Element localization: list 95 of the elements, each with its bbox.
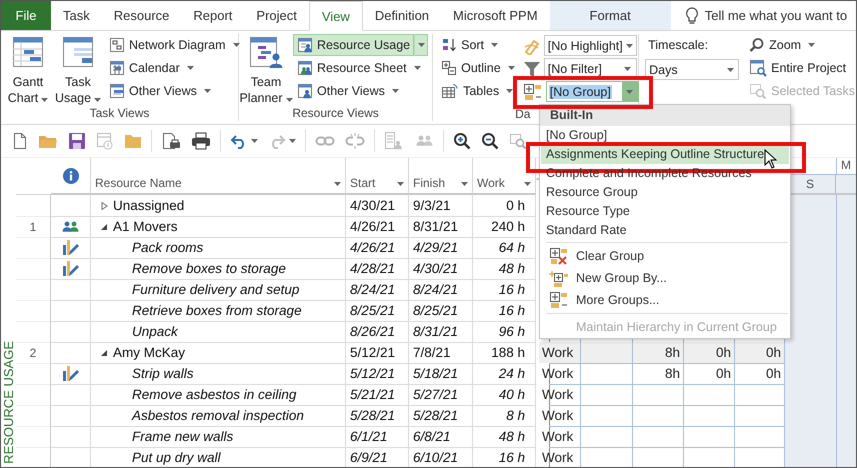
file-tab[interactable]: File <box>1 1 51 30</box>
table-cell: 8/31/21 <box>409 216 473 238</box>
assignment-name: Put up dry wall <box>132 450 221 465</box>
assignment-name: Furniture delivery and setup <box>132 282 300 297</box>
view-button[interactable]: Calendar <box>105 57 198 79</box>
column-header[interactable]: Start <box>346 158 409 195</box>
ribbon-button[interactable]: Zoom <box>745 34 856 56</box>
table-cell: 5/28/21 <box>346 405 409 427</box>
ribbon-tab[interactable]: View <box>308 1 363 31</box>
table-cell: Work <box>539 447 581 467</box>
table-cell: 8/24/21 <box>409 279 473 301</box>
table-cell: 8/24/21 <box>346 279 409 301</box>
dropdown-field[interactable]: [No Group] <box>546 81 639 102</box>
table-cell: 9/3/21 <box>409 195 473 217</box>
column-title: Start <box>350 176 376 190</box>
column-header[interactable]: Resource Name <box>91 158 346 195</box>
view-button[interactable]: Gantt Chart <box>5 34 51 106</box>
table-cell: 4/26/21 <box>346 237 409 259</box>
table-cell: 8/25/21 <box>346 300 409 322</box>
table-cell: 6/8/21 <box>409 426 473 448</box>
table-cell: 5/21/21 <box>346 384 409 406</box>
table-cell: 4/29/21 <box>409 237 473 259</box>
menu-item[interactable]: Standard Rate <box>541 221 789 240</box>
menu-header: Built-In <box>540 105 790 126</box>
assignment-name: Remove boxes to storage <box>132 261 286 276</box>
column-header[interactable]: Finish <box>409 158 473 195</box>
dropdown-field[interactable]: [No Highlight] <box>544 35 637 56</box>
view-button[interactable]: Other Views <box>105 80 215 102</box>
view-button[interactable]: Resource Usage <box>293 34 414 56</box>
ribbon-button[interactable]: Tables <box>437 80 519 102</box>
assignment-name: Retrieve boxes from storage <box>132 303 302 318</box>
table-cell: 6/10/21 <box>409 447 473 467</box>
table-cell: 4/28/21 <box>346 258 409 280</box>
ribbon-tab[interactable]: Task <box>51 1 102 30</box>
table-cell: 8/31/21 <box>409 321 473 343</box>
ribbon-tab[interactable]: Report <box>181 1 244 30</box>
column-title: Resource Name <box>95 176 182 190</box>
group-label: Task Views <box>88 106 150 121</box>
menu-item[interactable]: More Groups... <box>541 289 789 311</box>
column-title: Work <box>477 176 505 190</box>
ribbon-tab[interactable]: Microsoft PPM <box>441 1 550 30</box>
table-cell: 8/26/21 <box>346 321 409 343</box>
table-cell: 5/12/21 <box>346 342 409 364</box>
column-title: Finish <box>413 176 446 190</box>
group-label: Resource Views <box>291 106 380 121</box>
view-button[interactable]: Team Planner <box>243 34 289 106</box>
ribbon-button[interactable]: Outline <box>437 57 519 79</box>
assignment-name: Asbestos removal inspection <box>132 408 304 423</box>
view-button[interactable]: Network Diagram <box>105 34 244 56</box>
tell-me-text[interactable]: Tell me what you want to <box>704 8 848 23</box>
table-cell: 5/18/21 <box>409 363 473 385</box>
ribbon-button[interactable]: Sort <box>437 34 519 56</box>
ribbon-tab[interactable]: Definition <box>362 1 442 30</box>
timescale-label: Timescale: <box>647 37 710 54</box>
table-cell: 4/26/21 <box>346 216 409 238</box>
dropdown-field[interactable]: Days <box>645 59 740 80</box>
table-cell: 1 <box>16 216 51 238</box>
table-cell: 5/27/21 <box>409 384 473 406</box>
table-cell: 8h <box>633 342 684 364</box>
table-cell: 5/12/21 <box>346 363 409 385</box>
assignment-name: Pack rooms <box>132 240 204 255</box>
table-cell: 6/1/21 <box>346 426 409 448</box>
table-cell: Work <box>539 342 581 364</box>
timescale-header: M <box>840 158 851 174</box>
view-button[interactable]: Other Views <box>293 80 403 102</box>
table-cell: 8h <box>633 363 684 385</box>
table-cell: 6/9/21 <box>346 447 409 467</box>
table-cell: 4/30/21 <box>409 258 473 280</box>
table-cell: 7/8/21 <box>409 342 473 364</box>
group-label: Da <box>515 106 530 121</box>
table-cell: 0h <box>684 342 735 364</box>
menu-item[interactable]: Clear Group <box>541 245 789 267</box>
assignment-name: Remove asbestos in ceiling <box>132 387 296 402</box>
menu-item[interactable]: New Group By... <box>541 267 789 289</box>
resource-name: A1 Movers <box>113 219 178 234</box>
table-cell: 0h <box>735 342 785 364</box>
ribbon-button[interactable]: Entire Project <box>745 57 856 79</box>
menu-item[interactable]: [No Group] <box>541 126 789 145</box>
ribbon-tab[interactable]: Resource <box>102 1 182 30</box>
table-cell: 0h <box>684 363 735 385</box>
view-button[interactable]: Resource Sheet <box>293 57 425 79</box>
view-button[interactable]: Task Usage <box>55 34 101 106</box>
assignment-name: Strip walls <box>132 366 194 381</box>
table-cell: 5/28/21 <box>409 405 473 427</box>
ribbon-tab[interactable]: Project <box>244 1 309 30</box>
resource-name: Unassigned <box>113 198 184 213</box>
ribbon-tab[interactable]: Format <box>550 1 671 30</box>
menu-item[interactable]: Resource Type <box>541 202 789 221</box>
resource-name: Amy McKay <box>113 345 186 360</box>
view-bar-label: RESOURCE USAGE <box>1 341 16 464</box>
assignment-name: Frame new walls <box>132 429 234 444</box>
table-cell: 2 <box>16 342 51 364</box>
table-cell: 8/25/21 <box>409 300 473 322</box>
assignment-name: Unpack <box>132 324 178 339</box>
table-cell: 4/30/21 <box>346 195 409 217</box>
